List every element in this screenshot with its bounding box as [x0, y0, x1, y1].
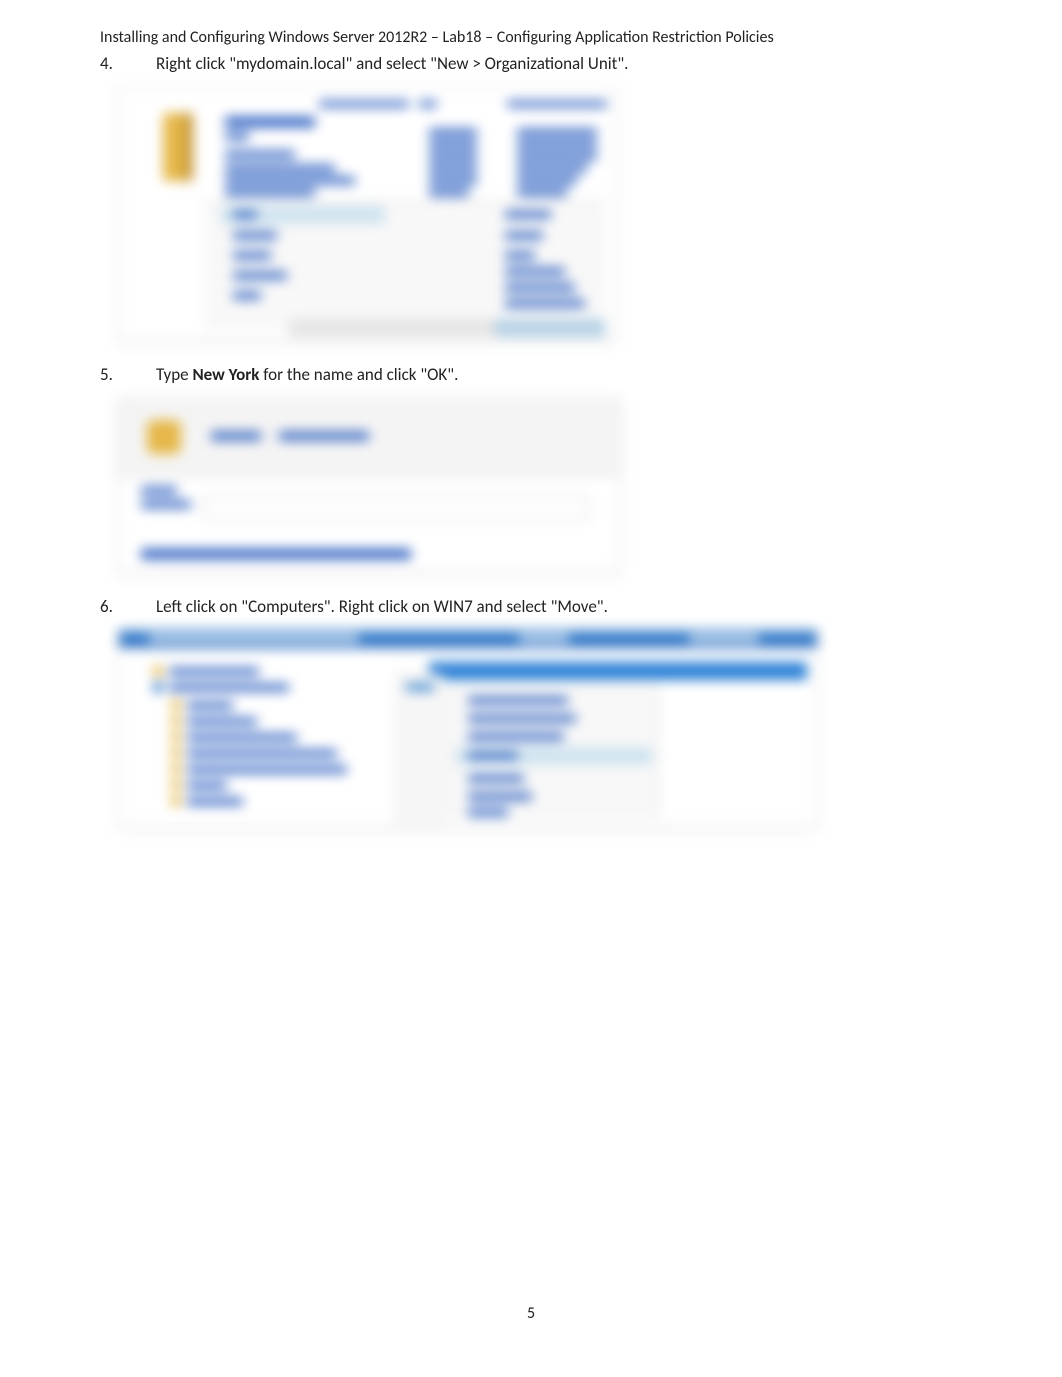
step-5-before: Type	[156, 364, 192, 385]
screenshot-3-wrap	[118, 629, 962, 827]
step-5-number: 5.	[100, 364, 156, 385]
step-4: 4. Right click "mydomain.local" and sele…	[100, 53, 962, 74]
step-5-after: for the name and click "OK".	[259, 364, 458, 385]
step-4-number: 4.	[100, 53, 156, 74]
step-4-text: Right click "mydomain.local" and select …	[156, 53, 962, 74]
step-5-text: Type New York for the name and click "OK…	[156, 364, 962, 385]
screenshot-2	[118, 397, 620, 572]
screenshot-1	[118, 86, 616, 340]
step-6-number: 6.	[100, 596, 156, 617]
screenshot-1-wrap	[118, 86, 962, 340]
screenshot-3	[118, 629, 818, 827]
step-5: 5. Type New York for the name and click …	[100, 364, 962, 385]
step-6: 6. Left click on "Computers". Right clic…	[100, 596, 962, 617]
step-6-text: Left click on "Computers". Right click o…	[156, 596, 962, 617]
doc-header: Installing and Configuring Windows Serve…	[100, 28, 962, 47]
screenshot-2-wrap	[118, 397, 962, 572]
step-5-bold: New York	[192, 364, 259, 385]
page-number: 5	[0, 1304, 1062, 1323]
